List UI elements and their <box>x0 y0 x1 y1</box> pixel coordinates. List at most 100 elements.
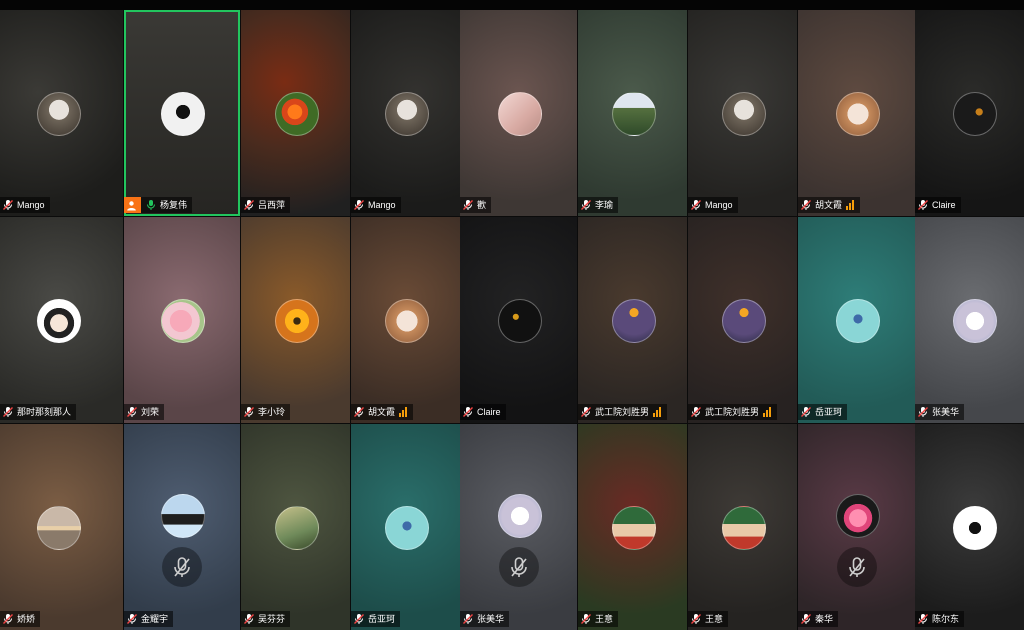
mic-muted-icon <box>462 613 477 625</box>
participant-name: Claire <box>932 200 956 210</box>
participant-name-label: 张美华 <box>460 611 510 627</box>
participant-tile[interactable]: 李小玲 <box>241 217 350 423</box>
sunflower-avatar <box>275 299 319 343</box>
participant-name: 李小玲 <box>258 407 286 417</box>
participant-name-label: 陈尔东 <box>915 611 965 627</box>
participant-name-label: 吴芬芬 <box>241 611 291 627</box>
mic-muted-icon <box>126 406 141 418</box>
participant-name-label: 武工院刘胜男 <box>578 404 668 420</box>
mic-icon <box>145 199 160 211</box>
anime-girl-avatar <box>498 494 542 538</box>
mic-muted-icon <box>2 199 17 211</box>
participant-tile[interactable]: 李瑜 <box>578 10 687 216</box>
participant-name: 那时那刻那人 <box>17 407 72 417</box>
participant-name-label: Claire <box>460 404 506 420</box>
mic-muted-icon <box>580 613 595 625</box>
dark-abstract-avatar <box>498 299 542 343</box>
man-banner-avatar <box>612 506 656 550</box>
participant-name: 吕西萍 <box>258 200 286 210</box>
dark-abstract-avatar <box>953 92 997 136</box>
participant-name-label: 娇娇 <box>0 611 41 627</box>
lotus-avatar <box>836 494 880 538</box>
mic-muted-icon <box>243 406 258 418</box>
desk-photo-avatar <box>498 92 542 136</box>
network-signal-icon <box>846 200 855 210</box>
participant-tile[interactable]: Mango <box>351 10 460 216</box>
mic-muted-icon <box>462 406 477 418</box>
participant-tile[interactable]: 王意 <box>688 424 797 630</box>
mic-muted-icon <box>917 613 932 625</box>
participant-tile[interactable]: 秦华 <box>798 424 915 630</box>
mic-muted-icon <box>800 199 815 211</box>
participant-tile[interactable]: 岳亚珂 <box>351 424 460 630</box>
participant-tile[interactable]: 陈尔东 <box>915 424 1024 630</box>
participant-name: Mango <box>368 200 396 210</box>
mic-muted-icon <box>580 199 595 211</box>
participant-name: 岳亚珂 <box>815 407 843 417</box>
face-avatar <box>385 299 429 343</box>
cartoon-girl-avatar <box>37 299 81 343</box>
calligraphy-logo-avatar <box>953 506 997 550</box>
participant-tile[interactable]: 杨复伟 <box>124 10 240 216</box>
participant-tile[interactable]: 娇娇 <box>0 424 123 630</box>
participant-name-label: 武工院刘胜男 <box>688 404 778 420</box>
participant-name-label: 李小玲 <box>241 404 291 420</box>
participant-name-label: 金耀宇 <box>124 611 174 627</box>
participant-name: 吴芬芬 <box>258 614 286 624</box>
mic-muted-icon <box>690 406 705 418</box>
participant-name: 杨复伟 <box>160 200 188 210</box>
participant-name: 王意 <box>705 614 724 624</box>
man-banner-avatar <box>722 506 766 550</box>
participant-name: 张美华 <box>932 407 960 417</box>
muted-mic-icon <box>499 547 539 587</box>
participant-tile[interactable]: 歡 <box>460 10 577 216</box>
participant-name: Mango <box>705 200 733 210</box>
dancer-avatar <box>836 299 880 343</box>
participant-name-label: 岳亚珂 <box>798 404 848 420</box>
participant-name-label: 那时那刻那人 <box>0 404 77 420</box>
participant-tile[interactable]: 王意 <box>578 424 687 630</box>
participant-name: 歡 <box>477 200 487 210</box>
lantern-night-avatar <box>612 299 656 343</box>
participant-name-label: 刘荣 <box>124 404 165 420</box>
participant-tile[interactable]: 刘荣 <box>124 217 240 423</box>
participant-tile[interactable]: 武工院刘胜男 <box>578 217 687 423</box>
participant-tile[interactable]: 吴芬芬 <box>241 424 350 630</box>
person-photo-avatar <box>722 92 766 136</box>
lantern-night-avatar <box>722 299 766 343</box>
participant-name-label: 胡文霞 <box>798 197 861 213</box>
mic-muted-icon <box>2 406 17 418</box>
person-photo-avatar <box>37 92 81 136</box>
participant-name: Mango <box>17 200 45 210</box>
participant-tile[interactable]: 武工院刘胜男 <box>688 217 797 423</box>
participant-name: 胡文霞 <box>815 200 843 210</box>
participant-tile[interactable]: 胡文霞 <box>351 217 460 423</box>
participant-name: 李瑜 <box>595 200 614 210</box>
face-avatar <box>836 92 880 136</box>
participant-name: 岳亚珂 <box>368 614 396 624</box>
participant-tile[interactable]: 金耀宇 <box>124 424 240 630</box>
participant-tile[interactable]: 张美华 <box>915 217 1024 423</box>
muted-mic-icon <box>837 547 877 587</box>
participant-name: 陈尔东 <box>932 614 960 624</box>
participant-tile[interactable]: 胡文霞 <box>798 10 915 216</box>
mic-muted-icon <box>243 613 258 625</box>
participant-tile[interactable]: 那时那刻那人 <box>0 217 123 423</box>
participant-tile[interactable]: Mango <box>688 10 797 216</box>
mic-muted-icon <box>690 199 705 211</box>
participant-tile[interactable]: Mango <box>0 10 123 216</box>
participant-name-label: 王意 <box>688 611 729 627</box>
pink-flower-avatar <box>161 299 205 343</box>
participant-tile[interactable]: Claire <box>915 10 1024 216</box>
mic-muted-icon <box>580 406 595 418</box>
mic-muted-icon <box>917 406 932 418</box>
participant-name-label: Mango <box>0 197 50 213</box>
participant-name: 刘荣 <box>141 407 160 417</box>
participant-name-label: 张美华 <box>915 404 965 420</box>
participant-tile[interactable]: 岳亚珂 <box>798 217 915 423</box>
participant-tile[interactable]: 张美华 <box>460 424 577 630</box>
participant-tile[interactable]: Claire <box>460 217 577 423</box>
participant-tile[interactable]: 吕西萍 <box>241 10 350 216</box>
participant-name: 秦华 <box>815 614 834 624</box>
mic-muted-icon <box>462 199 477 211</box>
